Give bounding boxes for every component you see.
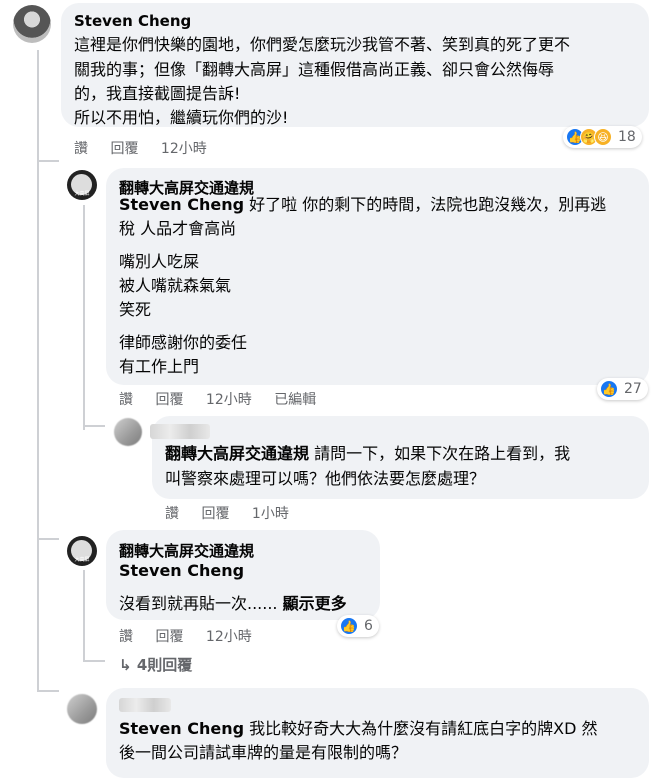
blurred-author-name[interactable] [150, 424, 210, 439]
view-replies-link[interactable]: ↳ 4則回覆 [119, 654, 192, 675]
comment-text-line: 律師感謝你的委任 [119, 333, 248, 352]
comment-text-line: 沒看到就再貼一次...... 顯示更多 [119, 594, 347, 613]
reaction-count: 27 [624, 381, 642, 397]
see-more-link[interactable]: 顯示更多 [283, 594, 347, 613]
comment-text-line: 關我的事；但像「翻轉大高屏」這種假借高尚正義、卻只會公然侮辱 [74, 60, 555, 79]
comment-author[interactable]: Steven Cheng [74, 12, 191, 30]
reaction-count: 6 [364, 618, 373, 634]
reaction-summary[interactable]: 👍 6 [337, 615, 379, 637]
thread-line-branch-5 [37, 690, 59, 692]
reply-button[interactable]: 回覆 [110, 141, 138, 157]
mention-link[interactable]: Steven Cheng [119, 719, 244, 738]
reply-arrow-icon: ↳ [119, 656, 132, 674]
timestamp[interactable]: 12小時 [206, 629, 252, 645]
like-button[interactable]: 讚 [165, 506, 179, 522]
comment-actions: 讚 回覆 12小時 已編輯 [119, 389, 334, 409]
comment-text-line: 這裡是你們快樂的園地，你們愛怎麼玩沙我管不著、笑到真的死了更不 [74, 35, 571, 54]
comment-text-line: Steven Cheng 好了啦 你的剩下的時間，法院也跑沒幾次，別再逃 [119, 195, 607, 214]
thread-line-sub [83, 205, 85, 430]
comment-actions: 讚 回覆 1小時 [165, 503, 307, 523]
mention-link[interactable]: Steven Cheng [119, 195, 244, 214]
like-icon: 👍 [600, 380, 618, 398]
mention-link[interactable]: 翻轉大高屏交通違規 [165, 444, 309, 463]
thread-line-main [37, 50, 39, 690]
comment-text-line: 所以不用怕，繼續玩你們的沙! [74, 108, 289, 127]
mention-link[interactable]: Steven Cheng [119, 558, 244, 584]
timestamp[interactable]: 12小時 [161, 141, 207, 157]
timestamp[interactable]: 1小時 [252, 506, 289, 522]
comment-text-line: Steven Cheng 我比較好奇大大為什麼沒有請紅底白字的牌XD 然 [119, 719, 598, 738]
reply-button[interactable]: 回覆 [155, 392, 183, 408]
comment-text-line: 的，我直接截圖提告訴! [74, 84, 241, 103]
comment-text-line: 叫警察來處理可以嗎？他們依法要怎麼處理？ [165, 469, 486, 488]
thread-line-branch-4 [83, 660, 105, 662]
avatar[interactable]: 大高屏 [67, 170, 97, 200]
haha-icon: 😆 [594, 128, 612, 146]
reply-button[interactable]: 回覆 [201, 506, 229, 522]
comment-text-line: 笑死 [119, 300, 152, 319]
reaction-summary[interactable]: 👍 🤗 😆 18 [563, 126, 642, 148]
avatar[interactable] [114, 418, 142, 446]
comment-actions: 讚 回覆 12小時 [74, 138, 225, 158]
comment-actions: 讚 回覆 12小時 [119, 626, 270, 646]
avatar[interactable]: 大高屏 [67, 536, 97, 566]
thread-line-branch-2 [83, 425, 105, 427]
reaction-summary[interactable]: 👍 27 [597, 378, 648, 400]
avatar[interactable] [67, 694, 97, 724]
comment-text-line: 嘴別人吃屎 [119, 252, 200, 271]
thread-line-branch-1 [37, 160, 59, 162]
thread-line-sub-2 [83, 570, 85, 660]
comment-text-line: 後一間公司請試車牌的量是有限制的嗎？ [119, 743, 408, 762]
thread-line-branch-3 [37, 538, 59, 540]
avatar[interactable] [13, 5, 51, 43]
comment-text-line: 有工作上門 [119, 357, 200, 376]
reply-button[interactable]: 回覆 [155, 629, 183, 645]
like-button[interactable]: 讚 [74, 141, 88, 157]
timestamp[interactable]: 12小時 [206, 392, 252, 408]
like-icon: 👍 [340, 617, 358, 635]
edited-label[interactable]: 已編輯 [274, 392, 316, 408]
like-button[interactable]: 讚 [119, 629, 133, 645]
comment-text-line: 被人嘴就森氣氣 [119, 276, 232, 295]
blurred-author-name[interactable] [119, 698, 171, 712]
comment-text-line: 稅 人品才會高尚 [119, 219, 237, 238]
like-button[interactable]: 讚 [119, 392, 133, 408]
reaction-count: 18 [618, 129, 636, 145]
comment-text-line: 翻轉大高屏交通違規 請問一下，如果下次在路上看到，我 [165, 444, 571, 463]
